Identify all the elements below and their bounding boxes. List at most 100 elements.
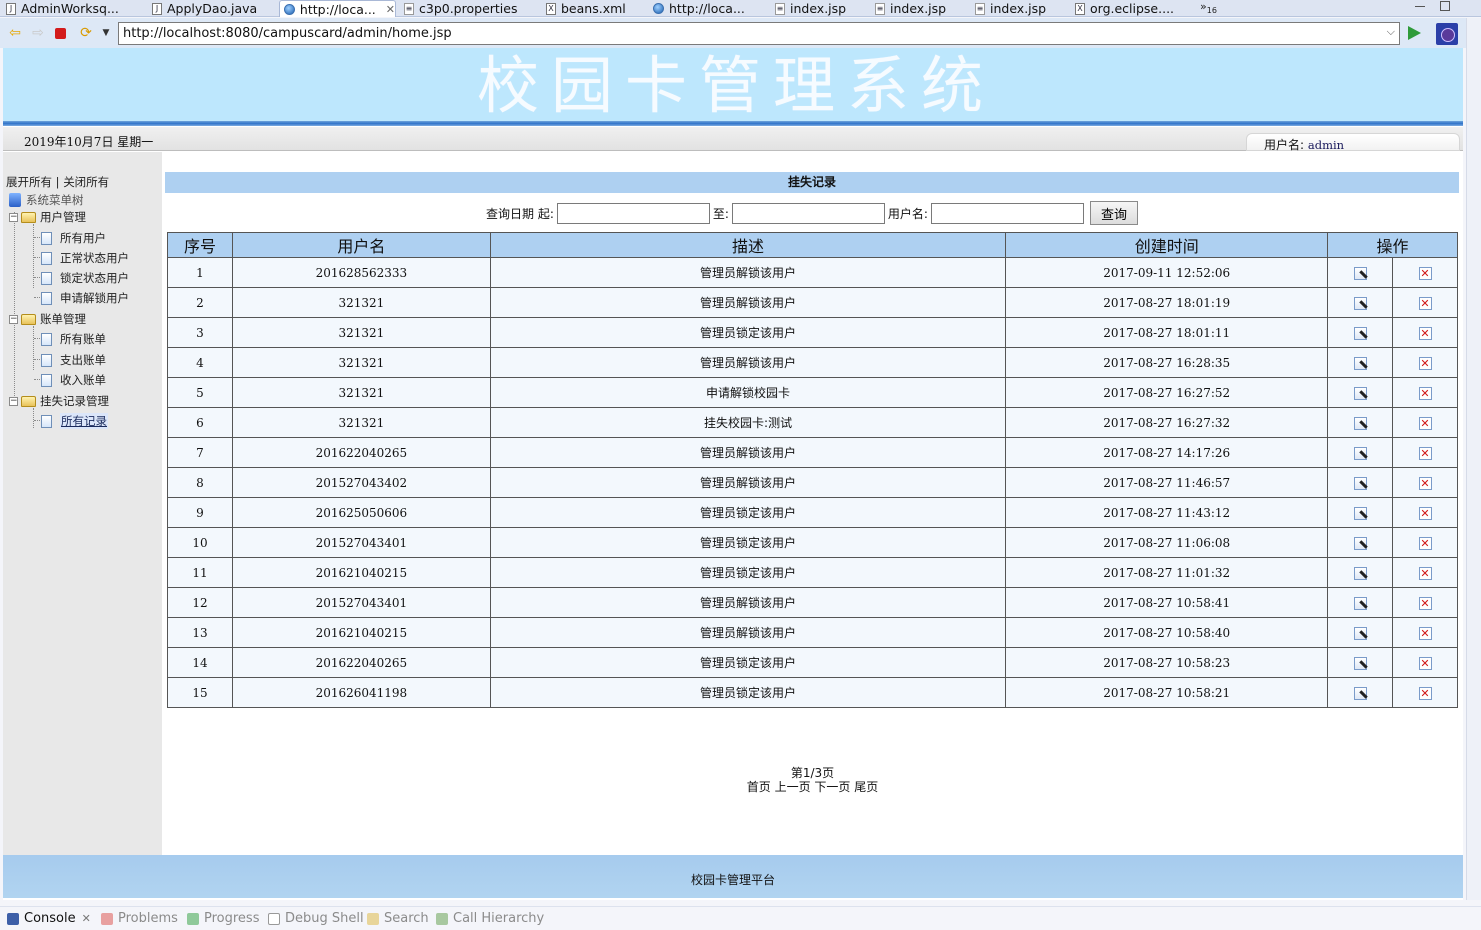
- cell-no: 3: [167, 317, 233, 348]
- tab-call-hierarchy[interactable]: Call Hierarchy: [436, 911, 544, 926]
- tree-group-bill-management[interactable]: − 账单管理: [9, 311, 86, 327]
- delete-icon[interactable]: ✕: [1418, 296, 1432, 310]
- delete-icon[interactable]: ✕: [1418, 656, 1432, 670]
- records-table: 序号 用户名 描述 创建时间 操作 1 201628562333 管理员解锁该用户 2…: [167, 232, 1458, 708]
- tab-label: index.jsp: [890, 1, 947, 16]
- globe-icon: [653, 3, 664, 14]
- close-tab-icon[interactable]: ✕: [82, 912, 91, 925]
- delete-icon[interactable]: ✕: [1418, 566, 1432, 580]
- table-row: 15 201626041198 管理员锁定该用户 2017-08-27 10:58:2…: [167, 677, 1458, 708]
- tree-item-all-records[interactable]: 所有记录: [41, 413, 108, 429]
- back-icon[interactable]: ⇦: [7, 26, 23, 40]
- delete-icon[interactable]: ✕: [1418, 356, 1432, 370]
- delete-icon[interactable]: ✕: [1418, 416, 1432, 430]
- edit-icon[interactable]: [1353, 626, 1367, 640]
- query-button[interactable]: 查询: [1089, 201, 1138, 225]
- tab-progress[interactable]: Progress: [187, 911, 259, 926]
- edit-icon[interactable]: [1353, 326, 1367, 340]
- delete-icon[interactable]: ✕: [1418, 536, 1432, 550]
- next-page-link[interactable]: 下一页: [814, 780, 850, 794]
- cell-edit: [1327, 497, 1394, 528]
- edit-icon[interactable]: [1353, 596, 1367, 610]
- forward-icon[interactable]: ⇨: [30, 26, 46, 40]
- edit-icon[interactable]: [1353, 656, 1367, 670]
- date-to-input[interactable]: [731, 202, 885, 224]
- editor-tab[interactable]: ≡ index.jsp: [875, 0, 946, 17]
- delete-icon[interactable]: ✕: [1418, 266, 1432, 280]
- delete-icon[interactable]: ✕: [1418, 386, 1432, 400]
- editor-tab[interactable]: J ApplyDao.java: [152, 0, 257, 17]
- cell-created-time: 2017-08-27 14:17:26: [1005, 437, 1329, 468]
- tree-item-unlock-requests[interactable]: 申请解锁用户: [41, 290, 129, 306]
- tree-item-all-users[interactable]: 所有用户: [41, 230, 106, 246]
- last-page-link[interactable]: 尾页: [854, 780, 878, 794]
- collapse-icon[interactable]: −: [9, 314, 18, 324]
- tree-item-locked-users[interactable]: 锁定状态用户: [41, 270, 129, 286]
- delete-icon[interactable]: ✕: [1418, 476, 1432, 490]
- cell-description: 管理员解锁该用户: [489, 257, 1007, 288]
- stop-icon[interactable]: [55, 28, 66, 39]
- tree-item-income-bills[interactable]: 收入账单: [41, 372, 106, 388]
- delete-icon[interactable]: ✕: [1418, 506, 1432, 520]
- tree-item-expense-bills[interactable]: 支出账单: [41, 352, 106, 368]
- tree-group-user-management[interactable]: − 用户管理: [9, 209, 86, 225]
- editor-tab[interactable]: J AdminWorksq...: [6, 0, 119, 17]
- cell-edit: [1327, 647, 1394, 678]
- minimize-icon[interactable]: [1415, 6, 1425, 8]
- item-label: 所有用户: [60, 231, 106, 245]
- close-tab-icon[interactable]: ✕: [386, 3, 395, 16]
- delete-icon[interactable]: ✕: [1418, 626, 1432, 640]
- tab-problems[interactable]: Problems: [101, 911, 178, 926]
- tree-root[interactable]: 系统菜单树: [9, 192, 84, 208]
- go-icon[interactable]: [1408, 26, 1421, 40]
- edit-icon[interactable]: [1353, 536, 1367, 550]
- edit-icon[interactable]: [1353, 266, 1367, 280]
- editor-tab[interactable]: Xorg.eclipse....: [1075, 0, 1174, 17]
- collapse-icon[interactable]: −: [9, 212, 18, 222]
- item-label: 锁定状态用户: [60, 271, 129, 285]
- url-bar[interactable]: http://localhost:8080/campuscard/admin/h…: [118, 22, 1400, 45]
- cell-username: 201621040215: [231, 617, 491, 648]
- tree-group-loss-records[interactable]: − 挂失记录管理: [9, 393, 109, 409]
- edit-icon[interactable]: [1353, 566, 1367, 580]
- delete-icon[interactable]: ✕: [1418, 326, 1432, 340]
- edit-icon[interactable]: [1353, 506, 1367, 520]
- delete-icon[interactable]: ✕: [1418, 686, 1432, 700]
- editor-tab[interactable]: ≡ c3p0.properties: [404, 0, 517, 17]
- editor-tab[interactable]: ≡ index.jsp: [975, 0, 1046, 17]
- cell-username: 321321: [231, 407, 491, 438]
- eclipse-icon[interactable]: [1436, 23, 1458, 45]
- tab-search[interactable]: Search: [367, 911, 429, 926]
- username-input[interactable]: [930, 202, 1084, 224]
- tree-item-normal-users[interactable]: 正常状态用户: [41, 250, 129, 266]
- expand-all-link[interactable]: 展开所有: [6, 175, 52, 189]
- collapse-icon[interactable]: −: [9, 396, 18, 406]
- sidebar-menu-tree: 展开所有 | 关闭所有 系统菜单树 − 用户管理 所有用户 正常状态用户 锁定状态…: [3, 152, 162, 855]
- edit-icon[interactable]: [1353, 476, 1367, 490]
- chevron-down-icon[interactable]: ⌵: [1387, 25, 1395, 39]
- first-page-link[interactable]: 首页: [747, 780, 771, 794]
- collapse-all-link[interactable]: 关闭所有: [63, 175, 109, 189]
- edit-icon[interactable]: [1353, 356, 1367, 370]
- cell-created-time: 2017-08-27 11:43:12: [1005, 497, 1329, 528]
- delete-icon[interactable]: ✕: [1418, 446, 1432, 460]
- edit-icon[interactable]: [1353, 416, 1367, 430]
- refresh-dropdown-icon[interactable]: ▼: [98, 26, 114, 40]
- edit-icon[interactable]: [1353, 686, 1367, 700]
- prev-page-link[interactable]: 上一页: [775, 780, 811, 794]
- editor-tab[interactable]: http://loca...: [653, 0, 745, 17]
- maximize-icon[interactable]: [1440, 1, 1450, 11]
- tab-debug-shell[interactable]: Debug Shell: [268, 911, 364, 926]
- tab-console[interactable]: Console ✕: [7, 911, 91, 926]
- delete-icon[interactable]: ✕: [1418, 596, 1432, 610]
- editor-tab[interactable]: Xbeans.xml: [546, 0, 626, 17]
- date-from-input[interactable]: [556, 202, 710, 224]
- edit-icon[interactable]: [1353, 386, 1367, 400]
- editor-tab[interactable]: ≡ index.jsp: [775, 0, 846, 17]
- edit-icon[interactable]: [1353, 446, 1367, 460]
- tab-overflow-button[interactable]: »16: [1200, 0, 1217, 15]
- refresh-icon[interactable]: ⟳: [78, 26, 94, 40]
- tree-item-all-bills[interactable]: 所有账单: [41, 331, 106, 347]
- edit-icon[interactable]: [1353, 296, 1367, 310]
- editor-tab-active[interactable]: http://loca... ✕: [279, 0, 396, 17]
